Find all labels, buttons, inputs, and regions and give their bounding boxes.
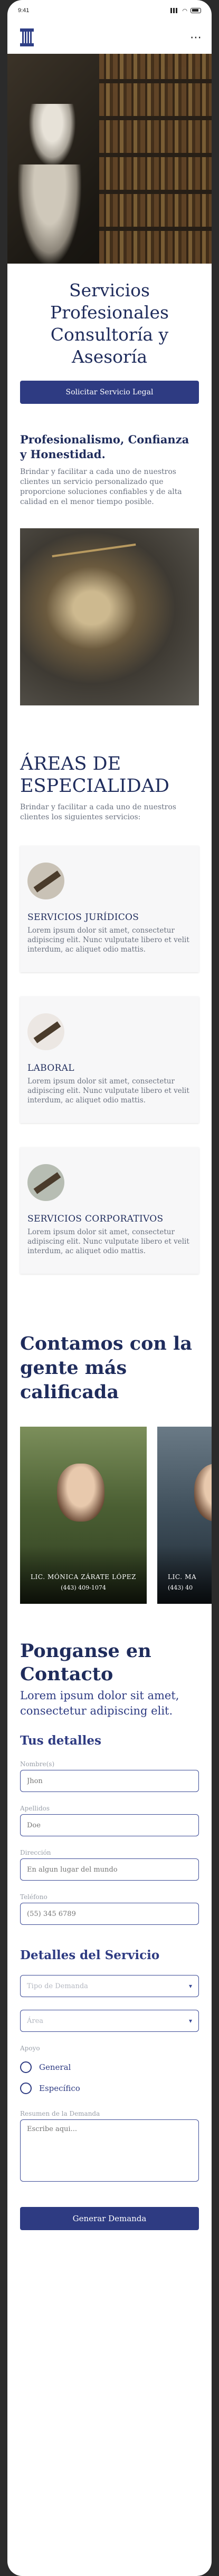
area-select[interactable]: Área ▾ <box>20 2010 199 2032</box>
member-phone: (443) 409-1074 <box>61 1584 106 1591</box>
team-member-card[interactable]: LIC. MA (443) 40 <box>157 1427 212 1604</box>
contact-heading: Ponganse en Contacto <box>20 1640 151 1685</box>
phone-field-group: Teléfono <box>7 1893 212 1925</box>
radio-button[interactable] <box>20 2061 32 2073</box>
name-label: Nombre(s) <box>20 1760 55 1768</box>
battery-icon <box>191 8 201 13</box>
support-option-specific[interactable]: Específico <box>7 2083 212 2094</box>
gavel-icon <box>27 1013 64 1050</box>
chevron-down-icon: ▾ <box>188 2017 192 2025</box>
support-label: Apoyo <box>20 2045 40 2052</box>
areas-heading: ÁREAS DE ESPECIALIDAD <box>20 753 169 797</box>
service-card-text: Lorem ipsum dolor sit amet, consectetur … <box>27 926 189 954</box>
chevron-down-icon: ▾ <box>188 1982 192 1990</box>
member-phone: (443) 40 <box>168 1584 193 1591</box>
phone-input[interactable] <box>20 1903 199 1925</box>
service-details-heading: Detalles del Servicio <box>20 1948 160 1962</box>
lastname-label: Apellidos <box>20 1805 50 1812</box>
top-nav: ⋯ <box>7 21 212 54</box>
address-label: Dirección <box>20 1849 51 1856</box>
phone-frame: 9:41 ◠ ⋯ Servicios Profesionales Consult… <box>7 0 212 2576</box>
service-card-title: SERVICIOS CORPORATIVOS <box>27 1214 164 1224</box>
column-logo-icon[interactable] <box>20 28 34 46</box>
team-heading: Contamos con la gente más calificada <box>20 1333 193 1403</box>
status-bar: 9:41 ◠ <box>7 0 212 21</box>
hero-title: Servicios Profesionales Consultoría y As… <box>50 280 169 367</box>
wifi-icon: ◠ <box>182 7 187 14</box>
demand-type-select[interactable]: Tipo de Demanda ▾ <box>20 1975 199 1997</box>
service-card: SERVICIOS JURÍDICOS Lorem ipsum dolor si… <box>20 846 199 972</box>
team-carousel[interactable]: LIC. MÓNICA ZÁRATE LÓPEZ (443) 409-1074 … <box>7 1427 212 1604</box>
phone-label: Teléfono <box>20 1893 47 1901</box>
radio-button[interactable] <box>20 2083 32 2094</box>
support-option-label: General <box>39 2062 71 2072</box>
hero-section: Servicios Profesionales Consultoría y As… <box>7 264 212 414</box>
member-name: LIC. MÓNICA ZÁRATE LÓPEZ <box>30 1573 137 1581</box>
service-card-text: Lorem ipsum dolor sit amet, consectetur … <box>27 1077 189 1105</box>
lastname-field-group: Apellidos <box>7 1805 212 1836</box>
contact-text: Lorem ipsum dolor sit amet, consectetur … <box>20 1689 179 1717</box>
area-value: Área <box>27 2017 44 2025</box>
generate-demand-button[interactable]: Generar Demanda <box>20 2207 199 2230</box>
summary-textarea[interactable] <box>20 2119 199 2182</box>
demand-type-value: Tipo de Demanda <box>27 1982 88 1990</box>
member-name: LIC. MA <box>168 1573 197 1581</box>
areas-text: Brindar y facilitar a cada uno de nuestr… <box>20 803 176 821</box>
intro-text: Brindar y facilitar a cada uno de nuestr… <box>20 468 182 506</box>
intro-heading: Profesionalismo, Confianza y Honestidad. <box>20 433 189 461</box>
service-card: SERVICIOS CORPORATIVOS Lorem ipsum dolor… <box>20 1147 199 1274</box>
more-menu-icon[interactable]: ⋯ <box>190 31 202 44</box>
gavel-icon <box>27 863 64 899</box>
service-card-title: SERVICIOS JURÍDICOS <box>27 912 139 923</box>
hero-library-image <box>7 54 212 264</box>
support-option-label: Específico <box>39 2084 80 2093</box>
demand-type-field: Tipo de Demanda ▾ <box>7 1975 212 1997</box>
summary-label: Resumen de la Demanda <box>20 2110 100 2117</box>
area-field: Área ▾ <box>7 2010 212 2032</box>
support-option-general[interactable]: General <box>7 2061 212 2073</box>
name-field-group: Nombre(s) <box>7 1760 212 1792</box>
service-card: LABORAL Lorem ipsum dolor sit amet, cons… <box>20 996 199 1123</box>
summary-field-group: Resumen de la Demanda <box>7 2110 212 2182</box>
your-details-heading: Tus detalles <box>20 1734 101 1748</box>
request-service-button[interactable]: Solicitar Servicio Legal <box>20 381 199 404</box>
team-member-card[interactable]: LIC. MÓNICA ZÁRATE LÓPEZ (443) 409-1074 <box>20 1427 147 1604</box>
service-card-title: LABORAL <box>27 1063 74 1073</box>
lastname-input[interactable] <box>20 1814 199 1836</box>
address-field-group: Dirección <box>7 1849 212 1881</box>
name-input[interactable] <box>20 1770 199 1792</box>
areas-section: ÁREAS DE ESPECIALIDAD Brindar y facilita… <box>7 753 212 822</box>
address-input[interactable] <box>20 1858 199 1881</box>
pen-icon <box>27 1164 64 1201</box>
service-card-text: Lorem ipsum dolor sit amet, consectetur … <box>27 1228 189 1255</box>
intro-section: Profesionalismo, Confianza y Honestidad.… <box>7 432 212 507</box>
status-icons: ◠ <box>170 7 201 14</box>
lady-justice-image <box>20 528 199 705</box>
status-time: 9:41 <box>18 7 30 14</box>
signal-icon <box>170 8 179 13</box>
